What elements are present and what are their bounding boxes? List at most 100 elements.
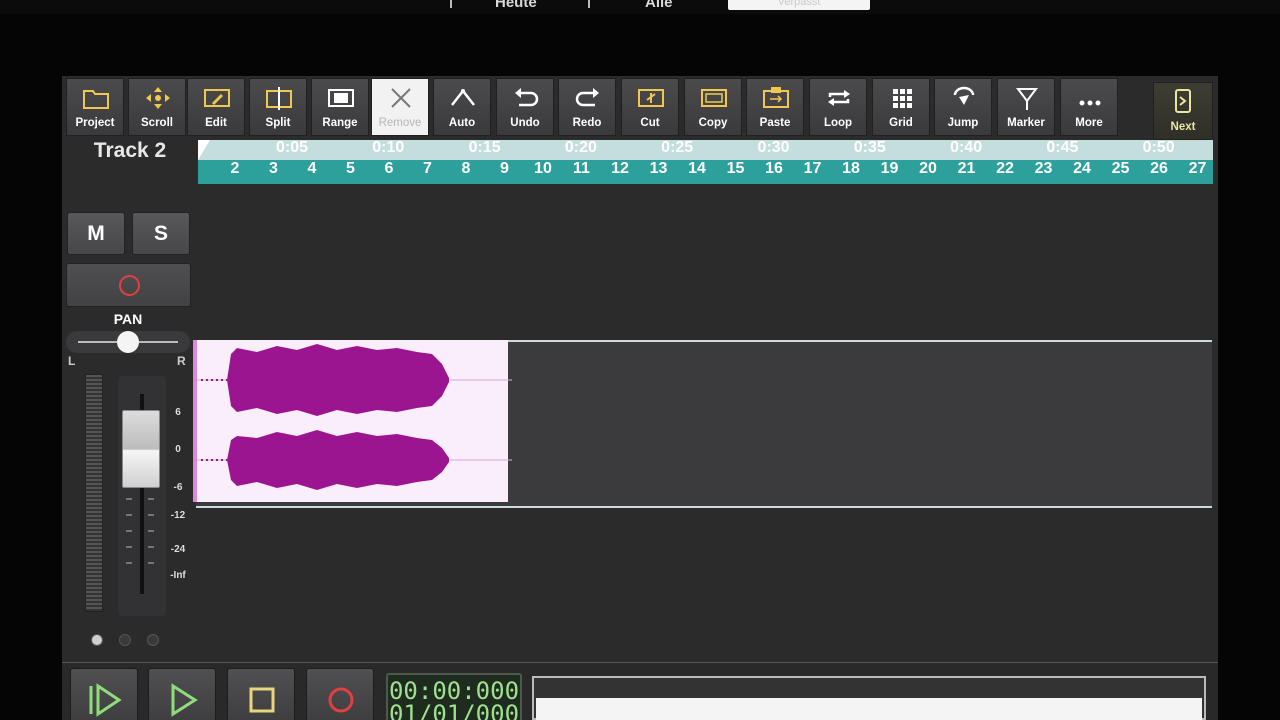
time-tick-label: 0:10 — [372, 139, 405, 156]
page-dot-active[interactable] — [91, 634, 103, 646]
solo-button[interactable]: S — [132, 212, 190, 255]
project-button[interactable]: Project — [66, 78, 124, 136]
edit-button[interactable]: Edit — [187, 78, 245, 136]
next-icon — [1175, 89, 1191, 113]
scrollbar-thumb[interactable] — [536, 698, 1202, 720]
fader-tick — [148, 562, 154, 564]
play-from-start-button[interactable] — [70, 668, 138, 720]
bar-number-label: 13 — [649, 160, 668, 177]
time-display[interactable]: 00:00:000 01/01/000 — [386, 673, 522, 720]
pan-knob[interactable] — [117, 331, 139, 353]
tab-separator — [450, 0, 452, 8]
tab-separator — [588, 0, 590, 8]
undo-label: Undo — [510, 117, 540, 129]
page-dot[interactable] — [119, 634, 131, 646]
split-button[interactable]: Split — [249, 78, 307, 136]
bar-number-label: 19 — [880, 160, 899, 177]
next-button[interactable]: Next — [1153, 82, 1213, 140]
more-label: More — [1075, 117, 1103, 129]
volume-fader-cap[interactable] — [122, 410, 160, 488]
more-dots-icon — [1079, 100, 1101, 106]
undo-button[interactable]: Undo — [496, 78, 554, 136]
bar-number-label: 4 — [307, 160, 317, 177]
mute-button[interactable]: M — [67, 212, 125, 255]
fader-tick — [126, 546, 132, 548]
time-tick-label: 0:20 — [564, 139, 597, 156]
undo-icon — [515, 88, 539, 107]
db-scale-label: 0 — [175, 444, 181, 455]
track-name[interactable]: Track 2 — [66, 136, 194, 180]
scroll-label: Scroll — [141, 117, 173, 129]
bar-number-label: 7 — [423, 160, 432, 177]
bar-number-label: 18 — [842, 160, 860, 177]
range-label: Range — [322, 117, 358, 129]
scroll-button[interactable]: Scroll — [128, 78, 186, 136]
play-button[interactable] — [148, 668, 216, 720]
record-button[interactable] — [306, 668, 374, 720]
more-button[interactable]: More — [1060, 78, 1118, 136]
audio-clip[interactable] — [193, 340, 512, 502]
jump-button[interactable]: Jump — [934, 78, 992, 136]
copy-button[interactable]: Copy — [684, 78, 742, 136]
page-dot[interactable] — [147, 634, 159, 646]
db-scale-label: -6 — [173, 482, 183, 493]
fader-tick — [148, 514, 154, 516]
db-scale-label: -24 — [170, 544, 186, 555]
redo-button[interactable]: Redo — [558, 78, 616, 136]
date-readout: 01/01/000 — [388, 700, 520, 720]
playhead-start-marker[interactable] — [198, 140, 210, 160]
bar-number-label: 23 — [1034, 160, 1053, 177]
marker-label: Marker — [1007, 117, 1045, 129]
fader-tick — [126, 514, 132, 516]
auto-label: Auto — [448, 117, 476, 129]
range-icon — [328, 89, 354, 107]
timeline-scrollbar[interactable] — [532, 676, 1206, 720]
edit-label: Edit — [205, 117, 227, 129]
automation-icon — [451, 88, 475, 106]
waveform-display — [197, 344, 512, 490]
paste-button[interactable]: Paste — [746, 78, 804, 136]
pan-slider[interactable] — [66, 331, 190, 353]
level-meter — [85, 374, 103, 612]
bar-number-label: 12 — [611, 160, 629, 177]
browser-tab-strip: Heute Alle Verpasst — [0, 0, 1280, 14]
stop-icon — [249, 687, 275, 713]
time-tick-label: 0:50 — [1142, 139, 1175, 156]
bar-number-label: 21 — [957, 160, 976, 177]
bar-number-label: 25 — [1111, 160, 1130, 177]
split-icon — [266, 87, 292, 110]
bar-number-label: 26 — [1150, 160, 1168, 177]
db-scale-label: 6 — [175, 407, 181, 418]
grid-icon — [893, 89, 912, 108]
range-button[interactable]: Range — [311, 78, 369, 136]
fader-tick — [148, 530, 154, 532]
stop-button[interactable] — [227, 668, 295, 720]
play-from-start-icon — [89, 683, 122, 717]
bar-number-label: 2 — [230, 160, 240, 177]
record-icon — [119, 275, 140, 296]
time-tick-label: 0:40 — [950, 139, 983, 156]
copy-label: Copy — [698, 117, 728, 129]
project-label: Project — [75, 117, 115, 129]
fader-tick — [148, 546, 154, 548]
tab-alle[interactable]: Alle — [645, 0, 673, 11]
marker-button[interactable]: Marker — [997, 78, 1055, 136]
auto-button[interactable]: Auto — [433, 78, 491, 136]
timeline-ruler[interactable]: 0:05 0:10 0:15 0:20 0:25 0:30 0:35 0:40 0:45 0:50… — [198, 139, 1213, 184]
tab-verpasst[interactable]: Verpasst — [728, 0, 870, 10]
loop-button[interactable]: Loop — [809, 78, 867, 136]
remove-button[interactable]: Remove — [371, 78, 429, 136]
grid-button[interactable]: Grid — [872, 78, 930, 136]
record-arm-button[interactable] — [66, 263, 191, 307]
bar-number-label: 5 — [346, 160, 355, 177]
tab-heute[interactable]: Heute — [495, 0, 537, 11]
loop-label: Loop — [823, 117, 853, 129]
bar-number-label: 17 — [803, 160, 822, 177]
fader-tick — [148, 498, 154, 500]
pencil-icon — [204, 89, 230, 107]
time-tick-label: 0:25 — [661, 139, 694, 156]
db-scale-label: -Inf — [170, 570, 186, 581]
paste-label: Paste — [759, 117, 791, 129]
marker-icon — [1016, 88, 1038, 110]
cut-button[interactable]: Cut — [621, 78, 679, 136]
